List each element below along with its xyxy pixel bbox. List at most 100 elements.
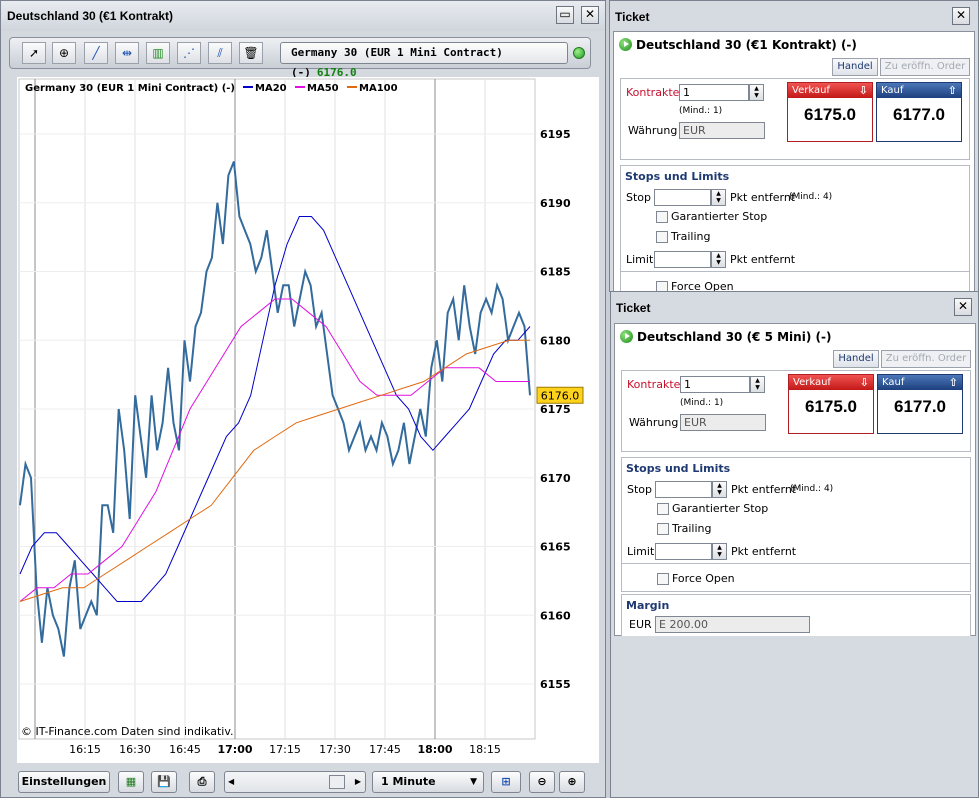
chart-toolbar: ➚ ⊕ ╱ ⇹ ▥ ⋰ ⫽ 🗑 Germany 30 (EUR 1 Mini C… — [9, 37, 591, 79]
ticket-window-2: Ticket ✕ Deutschland 30 (€ 5 Mini) (-) H… — [610, 291, 979, 798]
timeframe-select[interactable]: 1 Minute ▼ — [372, 771, 484, 793]
ticket-2-stops-title: Stops und Limits — [626, 462, 731, 475]
ticket-1-min-label: (Mind.: 1) — [679, 106, 723, 116]
settings-button[interactable]: Einstellungen — [18, 771, 110, 793]
ticket-1-limit-spinner[interactable]: ▲ ▼ — [711, 251, 726, 268]
price-chart[interactable]: 16:15 16:30 16:45 17:00 17:15 17:30 17:45 18:00… — [17, 77, 599, 763]
ticket-1-trailing-checkbox[interactable] — [656, 231, 668, 243]
ticket-2-sell-button[interactable]: Verkauf ⇩ 6175.0 — [788, 374, 874, 434]
ticket-2-limit-spinner[interactable]: ▲ ▼ — [712, 543, 727, 560]
scroll-left-icon[interactable]: ◀ — [228, 772, 234, 792]
ticket-2-close-icon[interactable]: ✕ — [954, 298, 972, 316]
ticket-2-contracts-label: Kontrakte — [627, 378, 681, 391]
fibonacci-icon[interactable]: ⫽ — [208, 42, 232, 64]
ticket-1-buy-button[interactable]: Kauf ⇧ 6177.0 — [876, 82, 962, 142]
ticket-2-guaranteed-stop-label: Garantierter Stop — [672, 502, 769, 515]
ticket-window-1: Ticket ✕ Deutschland 30 (€1 Kontrakt) (-… — [609, 0, 979, 293]
ticket-2-buy-button[interactable]: Kauf ⇧ 6177.0 — [877, 374, 963, 434]
ticket-2-instrument: Deutschland 30 (€ 5 Mini) (-) — [637, 330, 832, 344]
pointer-icon[interactable]: ➚ — [22, 42, 46, 64]
scroll-thumb[interactable] — [329, 775, 345, 789]
y-tick-label: 6170 — [540, 472, 571, 485]
ticket-1-title: Ticket — [615, 10, 650, 24]
up-arrow-icon: ⇧ — [948, 376, 958, 389]
zoom-in-icon[interactable]: ⊕ — [559, 771, 585, 793]
restore-icon[interactable]: ▭ — [556, 6, 574, 24]
ticket-1-sell-label: Verkauf — [792, 85, 830, 96]
y-tick-label: 6175 — [540, 403, 571, 416]
print-icon[interactable]: ⎙ — [189, 771, 215, 793]
ticket-1-stops-title: Stops und Limits — [625, 170, 730, 183]
ticket-2-guaranteed-stop-checkbox[interactable] — [657, 503, 669, 515]
ticket-1-play-icon — [619, 38, 632, 51]
x-tick-label: 16:15 — [69, 743, 101, 756]
ticket-1-close-icon[interactable]: ✕ — [952, 7, 970, 25]
ticket-2-title: Ticket — [616, 301, 651, 315]
ticket-1-contracts-spinner[interactable]: ▲ ▼ — [749, 84, 764, 101]
ticket-1-guaranteed-stop-checkbox[interactable] — [656, 211, 668, 223]
indicator-icon[interactable]: ▥ — [146, 42, 170, 64]
ticket-2-buy-price: 6177.0 — [894, 397, 946, 416]
ticket-2-limit-input[interactable] — [655, 543, 712, 560]
instrument-selector[interactable]: Germany 30 (EUR 1 Mini Contract) (-) 6176… — [280, 42, 568, 79]
zoom-fit-icon[interactable]: ⊞ — [491, 771, 521, 793]
legend-label-ma20: MA20 — [255, 83, 287, 94]
ticket-2-force-open-checkbox[interactable] — [657, 573, 669, 585]
save-icon[interactable]: 💾 — [151, 771, 177, 793]
ticket-2-stop-min: (Mind.: 4) — [790, 484, 834, 494]
ticket-2-buy-label: Kauf — [882, 377, 905, 388]
scroll-right-icon[interactable]: ▶ — [355, 772, 361, 792]
ticket-2-stop-input[interactable] — [655, 481, 712, 498]
ticket-1-trailing-label: Trailing — [671, 230, 711, 243]
ticket-2-contracts-input[interactable]: 1 — [680, 376, 750, 393]
trash-icon[interactable]: 🗑 — [239, 42, 263, 64]
ticket-2-min-label: (Mind.: 1) — [680, 398, 724, 408]
chart-window-titlebar[interactable]: Deutschland 30 (€1 Kontrakt) ▭ ✕ — [1, 1, 605, 31]
watermark: © IT-Finance.com Daten sind indikativ. — [21, 725, 234, 738]
ticket-2-trailing-checkbox[interactable] — [657, 523, 669, 535]
x-tick-label: 17:15 — [269, 743, 301, 756]
trendline-icon[interactable]: ╱ — [84, 42, 108, 64]
ticket-1-tab-order[interactable]: Zu eröffn. Order — [880, 58, 970, 76]
export-excel-icon[interactable]: ▦ — [118, 771, 144, 793]
chevron-down-icon: ▼ — [470, 777, 477, 787]
ticket-1-tab-trade[interactable]: Handel — [832, 58, 878, 76]
ticket-1-divider — [621, 271, 969, 272]
ticket-1-stops-section: Stops und Limits Stop ▲ ▼ Pkt entfernt (M… — [620, 165, 970, 293]
legend-swatch-ma100 — [347, 86, 357, 88]
ticket-1-panel: Deutschland 30 (€1 Kontrakt) (-) Handel … — [613, 31, 975, 293]
ticket-1-sell-button[interactable]: Verkauf ⇩ 6175.0 — [787, 82, 873, 142]
timeframe-value: 1 Minute — [381, 775, 436, 788]
x-tick-label: 17:45 — [369, 743, 401, 756]
ticket-1-stop-input[interactable] — [654, 189, 711, 206]
ticket-1-guaranteed-stop-label: Garantierter Stop — [671, 210, 768, 223]
ticket-2-margin-title: Margin — [626, 599, 670, 612]
ticket-1-contracts-label: Kontrakte — [626, 86, 680, 99]
ticket-2-sell-label: Verkauf — [793, 377, 831, 388]
ticket-1-limit-input[interactable] — [654, 251, 711, 268]
regression-icon[interactable]: ⋰ — [177, 42, 201, 64]
ticket-1-stop-spinner[interactable]: ▲ ▼ — [711, 189, 726, 206]
ticket-2-tab-trade[interactable]: Handel — [833, 350, 879, 368]
ticket-2-sell-price: 6175.0 — [805, 397, 857, 416]
ticket-2-stop-spinner[interactable]: ▲ ▼ — [712, 481, 727, 498]
x-tick-label: 17:00 — [217, 743, 252, 756]
chart-scrollbar[interactable]: ◀ ▶ — [224, 771, 366, 793]
ticket-1-limit-label: Limit — [626, 253, 654, 266]
chart-bottom-bar: Einstellungen ▦ 💾 ⎙ ◀ ▶ 1 Minute ▼ ⊞ ⊖ ⊕ — [9, 767, 593, 797]
chart-title: Germany 30 (EUR 1 Mini Contract) (-) — [25, 83, 235, 94]
ticket-2-margin-currency: EUR — [629, 618, 652, 631]
close-icon[interactable]: ✕ — [581, 6, 599, 24]
ticket-2-stops-section: Stops und Limits Stop ▲ ▼ Pkt entfernt (M… — [621, 457, 971, 592]
legend-swatch-ma20 — [243, 86, 253, 88]
ticket-2-contracts-spinner[interactable]: ▲ ▼ — [750, 376, 765, 393]
ticket-2-tab-order[interactable]: Zu eröffn. Order — [881, 350, 971, 368]
up-arrow-icon: ⇧ — [947, 84, 957, 97]
down-arrow-icon: ⇩ — [858, 84, 868, 97]
zoom-out-icon[interactable]: ⊖ — [529, 771, 555, 793]
chart-svg: 16:15 16:30 16:45 17:00 17:15 17:30 17:45 18:00… — [18, 78, 584, 756]
zoom-select-icon[interactable]: ⊕ — [52, 42, 76, 64]
y-tick-label: 6195 — [540, 128, 571, 141]
ticket-1-contracts-input[interactable]: 1 — [679, 84, 749, 101]
horizontal-line-icon[interactable]: ⇹ — [115, 42, 139, 64]
